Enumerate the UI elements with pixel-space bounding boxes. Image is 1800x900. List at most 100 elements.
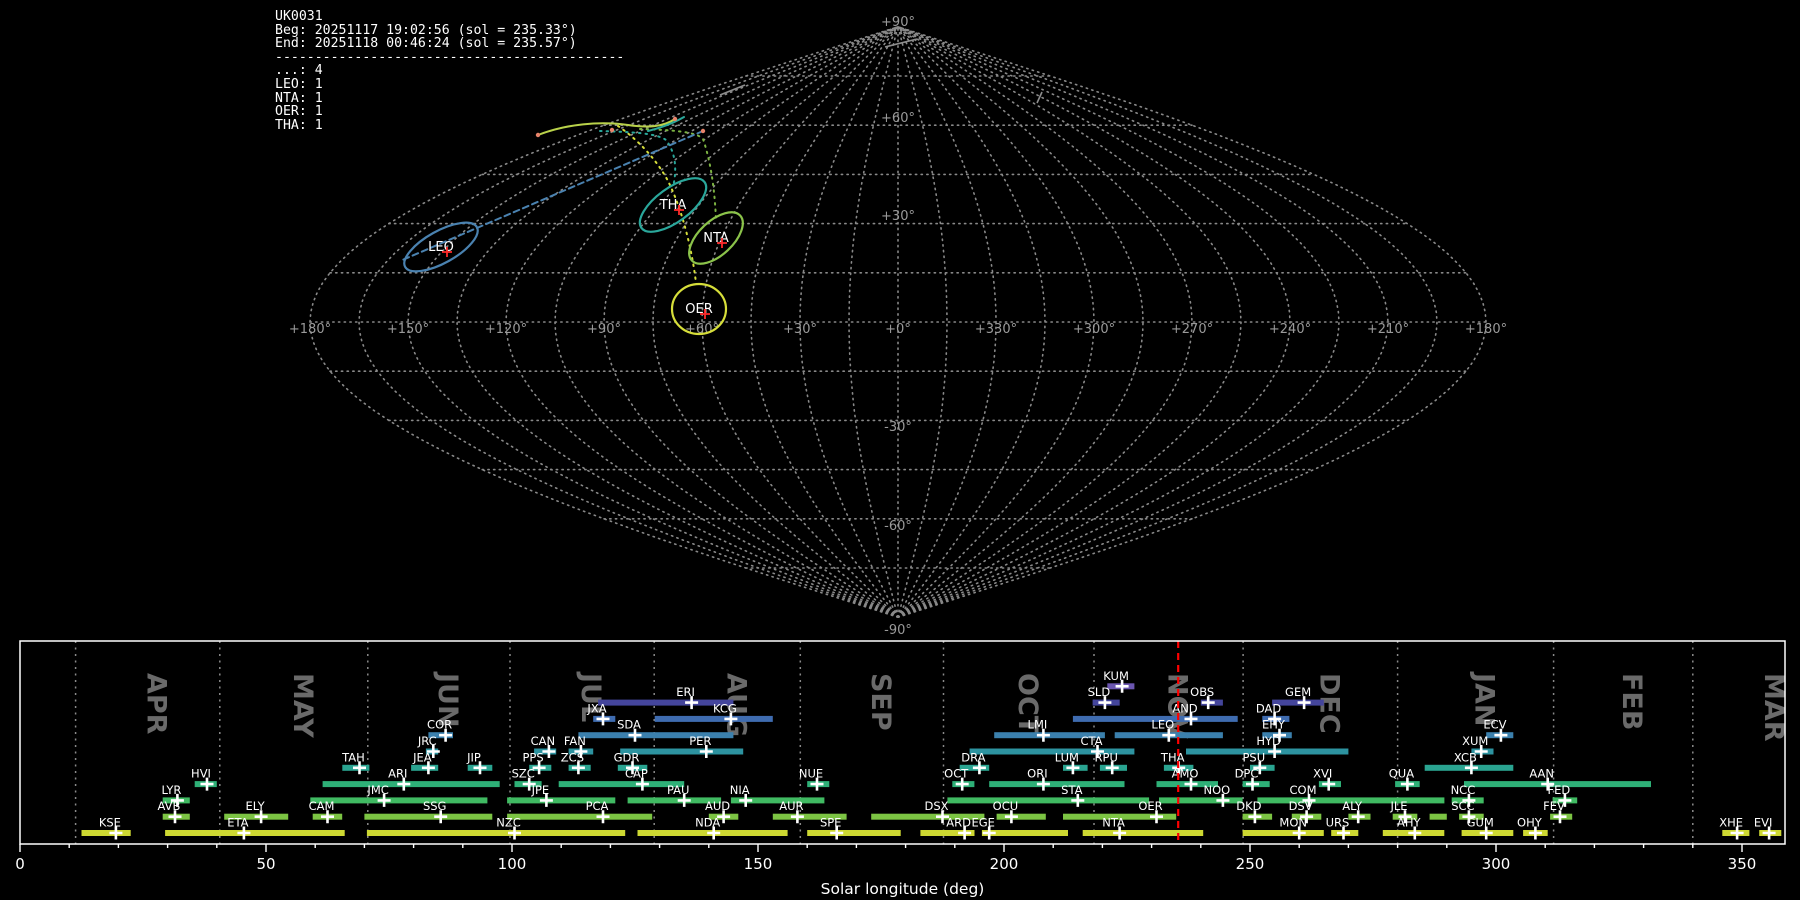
shower-label-NOO: NOO	[1204, 783, 1231, 797]
shower-label-THA: THA	[1160, 750, 1185, 764]
map-lon-tick-label: +270°	[1171, 322, 1213, 337]
shower-label-SDA: SDA	[617, 718, 641, 732]
shower-label-ARI: ARI	[388, 767, 407, 781]
track-endpoint-marker	[535, 132, 541, 138]
x-axis-title: Solar longitude (deg)	[821, 880, 985, 898]
month-separators	[74, 641, 1694, 844]
map-lon-tick-label: +150°	[387, 322, 429, 337]
shower-TAH: TAH	[341, 750, 370, 775]
shower-label-AUD: AUD	[705, 799, 730, 813]
x-tick-label-300: 300	[1482, 855, 1511, 873]
shower-label-TAH: TAH	[341, 750, 365, 764]
shower-label-AMO: AMO	[1172, 767, 1199, 781]
shower-label-AHY: AHY	[1397, 816, 1422, 830]
shower-bar-SCC	[1429, 813, 1447, 820]
shower-label-AVB: AVB	[158, 799, 181, 813]
sporadic-meteor-trail	[1036, 91, 1043, 104]
shower-label-KSE: KSE	[99, 816, 121, 830]
shower-XHE: XHE	[1719, 816, 1750, 840]
shower-label-DAD: DAD	[1256, 701, 1282, 715]
shower-JIP: JIP	[466, 750, 493, 775]
shower-label-ECV: ECV	[1483, 718, 1506, 732]
shower-KSE: KSE	[81, 816, 131, 840]
shower-bar-STA	[947, 797, 1150, 804]
shower-label-COM: COM	[1289, 783, 1316, 797]
activity-timeline: APRMAYJUNJULAUGSEPOCTNOVDECJANFEBMARKUME…	[15, 640, 1789, 898]
shower-label-JXA: JXA	[586, 701, 606, 715]
shower-label-ZCS: ZCS	[561, 750, 584, 764]
map-lon-tick-label: +210°	[1367, 322, 1409, 337]
x-tick-label-200: 200	[990, 855, 1019, 873]
shower-label-SCC: SCC	[1451, 799, 1474, 813]
map-lon-tick-label: +330°	[975, 322, 1017, 337]
shower-label-NDA: NDA	[695, 816, 720, 830]
month-label-FEB: FEB	[1616, 673, 1647, 730]
shower-label-DKD: DKD	[1236, 799, 1261, 813]
shower-bar-NZC	[366, 830, 626, 836]
shower-label-DSV: DSV	[1289, 799, 1313, 813]
map-lat-tick-label: +90°	[881, 15, 915, 30]
timeline-border	[19, 640, 1786, 845]
shower-QUA: QUA	[1389, 767, 1420, 791]
x-tick-label-0: 0	[15, 855, 25, 873]
shower-label-EGE: EGE	[971, 816, 994, 830]
shower-bar-ORI	[989, 781, 1125, 788]
map-lon-tick-label: +300°	[1073, 322, 1115, 337]
map-lat-tick-label: -30°	[884, 420, 912, 435]
shower-label-LUM: LUM	[1055, 750, 1079, 764]
shower-label-STA: STA	[1061, 783, 1082, 797]
shower-label-CAM: CAM	[309, 799, 335, 813]
shower-label-SPE: SPE	[820, 816, 842, 830]
shower-label-SSG: SSG	[423, 799, 447, 813]
map-lon-tick-label: +30°	[783, 322, 817, 337]
shower-label-NCC: NCC	[1451, 783, 1476, 797]
x-tick-label-100: 100	[498, 855, 527, 873]
shower-label-AAN: AAN	[1529, 767, 1554, 781]
month-label-SEP: SEP	[865, 673, 896, 731]
shower-label-NUE: NUE	[799, 767, 823, 781]
shower-label-URS: URS	[1326, 816, 1350, 830]
shower-label-CTA: CTA	[1080, 734, 1102, 748]
shower-label-NIA: NIA	[730, 783, 750, 797]
shower-bar-PCA	[507, 813, 653, 820]
shower-label-RPU: RPU	[1095, 750, 1118, 764]
figure-canvas: +180° +150° +120° +90° +60° +30° +0° +330° +300°…	[15, 15, 1789, 898]
shower-label-JRC: JRC	[417, 734, 437, 748]
shower-label-JPE: JPE	[531, 783, 550, 797]
shower-label-QUA: QUA	[1389, 767, 1414, 781]
track-endpoint-marker	[700, 128, 706, 134]
map-lon-tick-label: +90°	[587, 322, 621, 337]
shower-label-KUM: KUM	[1103, 669, 1129, 683]
shower-label-PER: PER	[689, 734, 711, 748]
shower-label-GEM: GEM	[1285, 685, 1311, 699]
x-tick-label-350: 350	[1728, 855, 1757, 873]
shower-bar-OCU	[996, 813, 1046, 820]
shower-label-ORI: ORI	[1027, 767, 1047, 781]
shower-GUM: GUM	[1461, 816, 1514, 840]
shower-XCB: XCB	[1424, 750, 1514, 775]
shower-bar-KCG	[654, 715, 773, 722]
shower-label-MON: MON	[1279, 816, 1307, 830]
shower-label-PSU: PSU	[1242, 750, 1265, 764]
radiant-THA: THA	[638, 177, 708, 233]
shower-label-DSX: DSX	[924, 799, 948, 813]
shower-bar-KSE	[81, 830, 131, 836]
map-lon-tick-label: +180°	[289, 322, 331, 337]
shower-XVI: XVI	[1313, 767, 1341, 791]
meteor-station-summary-figure: UK0031 Beg: 20251117 19:02:56 (sol = 235…	[0, 0, 1800, 900]
map-lat-tick-label: -60°	[884, 519, 912, 534]
shower-label-NZC: NZC	[496, 816, 521, 830]
map-lat-tick-label: +60°	[881, 111, 915, 126]
sporadic-meteor-trail	[719, 84, 746, 96]
x-tick-label-50: 50	[256, 855, 275, 873]
shower-label-GDR: GDR	[614, 750, 640, 764]
shower-label-AND: AND	[1172, 701, 1197, 715]
shower-label-COR: COR	[427, 718, 452, 732]
shower-label-LEO: LEO	[1151, 718, 1174, 732]
shower-label-EHY: EHY	[1262, 718, 1286, 732]
shower-label-OHY: OHY	[1517, 816, 1543, 830]
shower-label-SZC: SZC	[512, 767, 535, 781]
shower-bar-CAP	[558, 781, 685, 788]
shower-label-DPC: DPC	[1235, 767, 1259, 781]
shower-label-PPS: PPS	[523, 750, 544, 764]
